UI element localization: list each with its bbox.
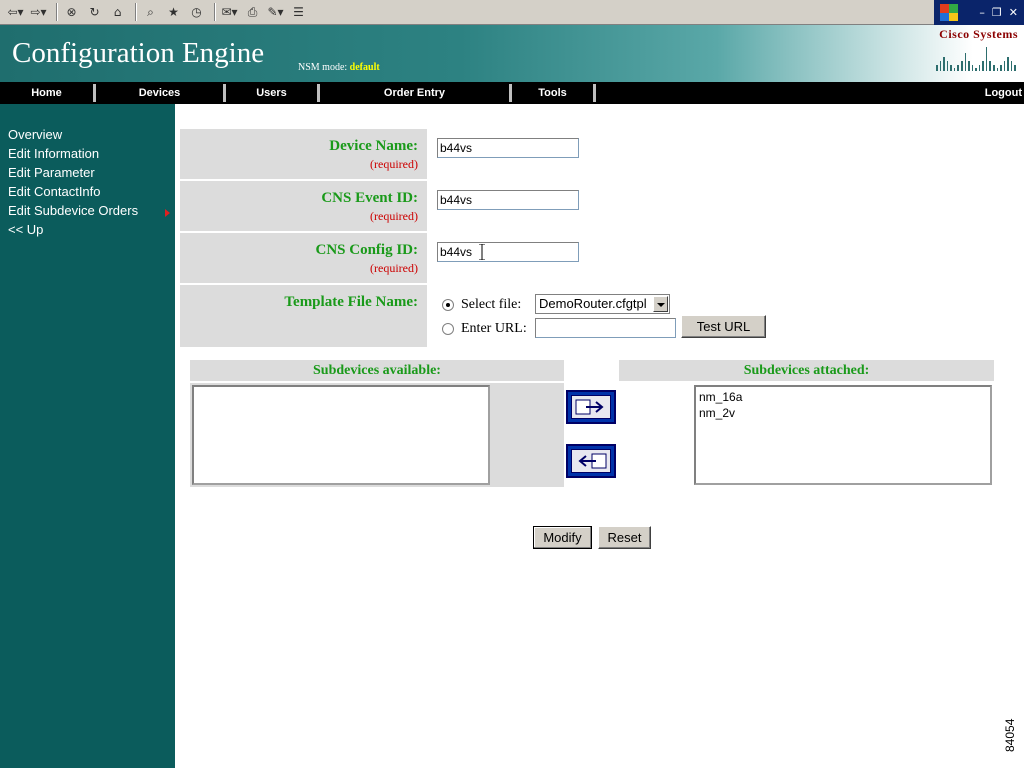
template-file-select[interactable]: DemoRouter.cfgtpl [535,294,670,314]
template-url-input[interactable] [535,318,676,338]
device-name-label-cell: Device Name: (required) [180,129,427,179]
edit-icon[interactable]: ✎▾ [266,3,285,22]
nsm-mode-value: default [349,62,380,73]
sidebar-item-edit-subdevice-orders[interactable]: Edit Subdevice Orders [8,203,138,218]
subdevices-available-header: Subdevices available: [190,360,564,381]
nav-devices[interactable]: Devices [96,82,223,104]
app-title: Configuration Engine [12,37,265,69]
sidebar-item-edit-parameter[interactable]: Edit Parameter [8,165,95,180]
enter-url-label: Enter URL: [461,321,527,336]
chevron-down-icon[interactable] [653,296,668,312]
sidebar: Overview Edit Information Edit Parameter… [0,104,175,768]
toolbar-separator [135,3,137,21]
cisco-logo-text: Cisco Systems [939,27,1018,41]
minimize-icon[interactable]: – [979,6,985,19]
list-item[interactable]: nm_16a [699,389,987,405]
event-id-input[interactable]: b44vs [437,190,579,210]
mail-icon[interactable]: ✉▾ [220,3,239,22]
event-id-required: (required) [370,209,418,223]
cisco-logo: Cisco Systems [936,27,1020,75]
discuss-icon[interactable]: ☰ [289,3,308,22]
subdevices-available-list[interactable] [192,385,490,485]
close-icon[interactable]: ✕ [1009,6,1018,19]
app-window: ⇦▾ ⇨▾ ⊗ ↻ ⌂ ⌕ ★ ◷ ✉▾ ⎙ ✎▾ ☰ – ❐ ✕ Config… [0,0,1024,768]
subdevices-attached-header: Subdevices attached: [619,360,994,381]
config-id-label-cell: CNS Config ID: (required) [180,233,427,283]
device-name-required: (required) [370,157,418,171]
device-name-input[interactable]: b44vs [437,138,579,158]
detach-subdevice-button[interactable] [566,444,616,478]
header-banner: Configuration Engine NSM mode: default C… [0,25,1024,82]
move-left-icon [571,449,611,473]
favorites-icon[interactable]: ★ [164,3,183,22]
refresh-icon[interactable]: ↻ [85,3,104,22]
test-url-button[interactable]: Test URL [681,315,766,338]
browser-toolbar: ⇦▾ ⇨▾ ⊗ ↻ ⌂ ⌕ ★ ◷ ✉▾ ⎙ ✎▾ ☰ – ❐ ✕ [0,0,1024,25]
sidebar-item-up[interactable]: << Up [8,222,43,237]
attach-subdevice-button[interactable] [566,390,616,424]
window-controls: – ❐ ✕ [934,0,1024,25]
event-id-field-cell: b44vs [429,181,669,231]
toolbar-separator [214,3,216,21]
list-item[interactable]: nm_2v [699,405,987,421]
reset-button[interactable]: Reset [598,526,651,549]
config-id-label: CNS Config ID: [315,242,418,258]
device-name-label: Device Name: [329,138,418,154]
config-id-required: (required) [370,261,418,275]
forward-icon[interactable]: ⇨▾ [29,3,48,22]
nav-separator [593,84,596,102]
windows-logo-icon [940,4,958,21]
home-icon[interactable]: ⌂ [108,3,127,22]
print-icon[interactable]: ⎙ [243,3,262,22]
search-icon[interactable]: ⌕ [141,3,160,22]
cisco-bars-icon [936,45,1016,71]
event-id-label: CNS Event ID: [321,190,418,206]
sidebar-item-edit-contactinfo[interactable]: Edit ContactInfo [8,184,101,199]
subdevices-attached-list[interactable]: nm_16a nm_2v [694,385,992,485]
stop-icon[interactable]: ⊗ [62,3,81,22]
sidebar-item-overview[interactable]: Overview [8,127,62,142]
history-icon[interactable]: ◷ [187,3,206,22]
nav-tools[interactable]: Tools [512,82,593,104]
select-file-radio[interactable] [442,299,454,311]
config-id-input[interactable]: b44vs [437,242,579,262]
nav-users[interactable]: Users [226,82,317,104]
current-page-arrow-icon [165,209,170,217]
nav-order-entry[interactable]: Order Entry [320,82,509,104]
enter-url-radio[interactable] [442,323,454,335]
sidebar-item-edit-information[interactable]: Edit Information [8,146,99,161]
template-label-cell: Template File Name: [180,285,427,347]
move-right-icon [571,395,611,419]
restore-icon[interactable]: ❐ [992,6,1002,19]
toolbar-separator [56,3,58,21]
modify-button[interactable]: Modify [533,526,592,549]
select-file-label: Select file: [461,297,522,312]
template-file-selected: DemoRouter.cfgtpl [539,296,647,311]
nav-home[interactable]: Home [0,82,93,104]
figure-id: 84054 [1003,718,1017,752]
device-name-field-cell: b44vs [429,129,669,179]
main-nav: Home Devices Users Order Entry Tools Log… [0,82,1024,104]
nav-logout[interactable]: Logout [960,82,1022,104]
event-id-label-cell: CNS Event ID: (required) [180,181,427,231]
config-id-field-cell: b44vs [429,233,669,283]
text-cursor-icon [479,244,485,260]
nsm-mode: NSM mode: default [298,62,380,73]
template-label: Template File Name: [284,294,418,310]
nsm-mode-label: NSM mode: [298,62,348,73]
back-icon[interactable]: ⇦▾ [6,3,25,22]
